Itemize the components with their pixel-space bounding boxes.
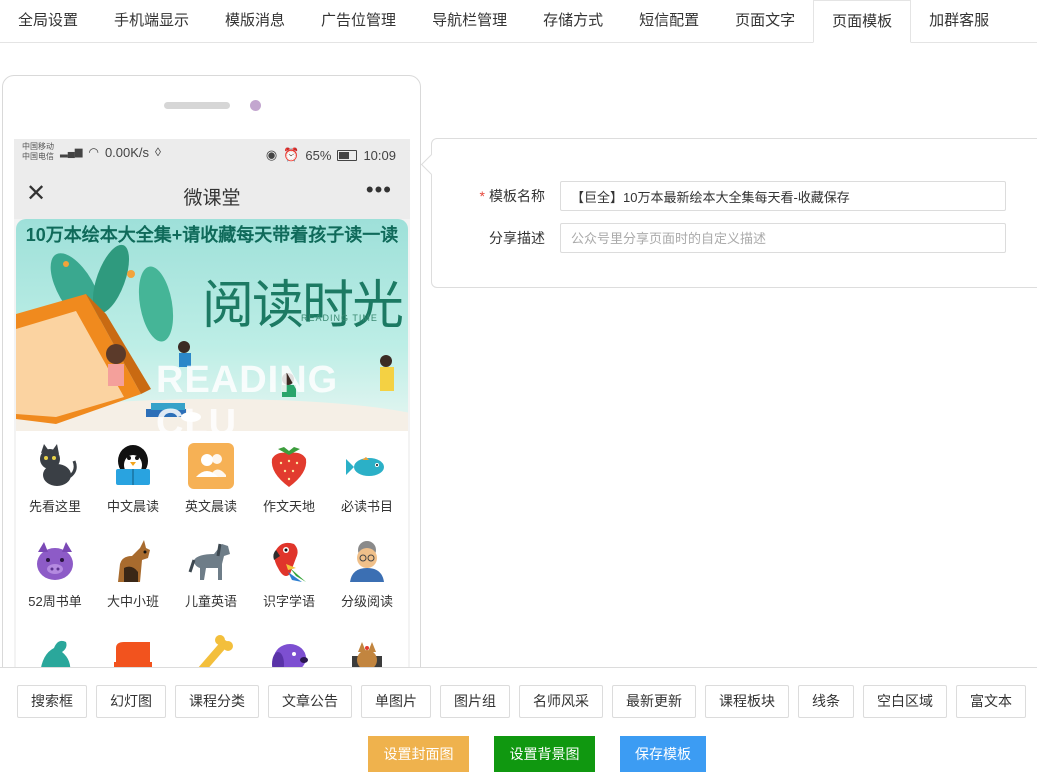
status-time: 10:09: [363, 147, 396, 163]
wifi-icon: ◠: [88, 145, 99, 159]
save-template-button[interactable]: 保存模板: [620, 736, 706, 772]
tab-template-messages[interactable]: 模版消息: [207, 0, 303, 42]
grid-item-5[interactable]: 必读书目: [328, 443, 406, 515]
tab-global-settings[interactable]: 全局设置: [0, 0, 96, 42]
component-buttons: 搜索框 幻灯图 课程分类 文章公告 单图片 图片组 名师风采 最新更新 课程板块…: [17, 685, 1026, 718]
fish-icon: [346, 457, 384, 476]
share-desc-label: 分享描述: [489, 230, 545, 246]
add-line-button[interactable]: 线条: [798, 685, 854, 718]
grid-item-label: 52周书单: [28, 594, 82, 609]
grid-item-3[interactable]: 英文晨读: [172, 443, 250, 515]
component-toolbar: 搜索框 幻灯图 课程分类 文章公告 单图片 图片组 名师风采 最新更新 课程板块…: [0, 667, 1037, 772]
horse-icon: [188, 543, 230, 580]
grid-item-label: 识字学语: [262, 594, 315, 609]
share-desc-row: 分享描述: [432, 223, 1006, 253]
grid-item-7[interactable]: 大中小班: [94, 538, 172, 610]
grid-item-label: 大中小班: [106, 594, 159, 609]
template-name-label-text: 模板名称: [489, 188, 545, 204]
nav-title: 微课堂: [183, 188, 241, 209]
grid-item-label: 先看这里: [28, 499, 81, 514]
grid-item-4[interactable]: 作文天地: [250, 443, 328, 515]
grid-item-label: 英文晨读: [184, 499, 237, 514]
tab-navbar-management[interactable]: 导航栏管理: [414, 0, 525, 42]
banner-subtitle: READING TIME: [301, 313, 378, 323]
more-icon[interactable]: •••: [366, 177, 392, 203]
template-name-row: * 模板名称: [432, 181, 1006, 211]
tab-page-text[interactable]: 页面文字: [717, 0, 813, 42]
status-bar: 中国移动 中国电信 ▂▄▆ ◠ 0.00K/s ◊ ◉ ⏰ 65% 10:09: [14, 139, 410, 169]
add-image-group-button[interactable]: 图片组: [440, 685, 510, 718]
add-search-box-button[interactable]: 搜索框: [17, 685, 87, 718]
dog-icon: [118, 540, 150, 582]
phone-camera: [250, 100, 261, 111]
tab-bar: 全局设置 手机端显示 模版消息 广告位管理 导航栏管理 存储方式 短信配置 页面…: [0, 0, 1037, 43]
add-latest-updates-button[interactable]: 最新更新: [612, 685, 696, 718]
tab-ad-slots[interactable]: 广告位管理: [303, 0, 414, 42]
template-name-label: * 模板名称: [432, 186, 560, 206]
grid-item-6[interactable]: 52周书单: [16, 538, 94, 610]
tab-mobile-display[interactable]: 手机端显示: [96, 0, 207, 42]
grid-item-1[interactable]: 先看这里: [16, 443, 94, 515]
grid-item-9[interactable]: 识字学语: [250, 538, 328, 610]
add-teacher-showcase-button[interactable]: 名师风采: [519, 685, 603, 718]
add-course-block-button[interactable]: 课程板块: [705, 685, 789, 718]
phone-speaker: [164, 102, 230, 109]
carrier-2: 中国电信: [22, 152, 54, 161]
grid-item-label: 儿童英语: [184, 594, 237, 609]
grid-item-2[interactable]: 中文晨读: [94, 443, 172, 515]
add-rich-text-button[interactable]: 富文本: [956, 685, 1026, 718]
grandma-icon: [350, 541, 384, 582]
set-background-button[interactable]: 设置背景图: [494, 736, 595, 772]
required-mark: *: [479, 188, 485, 204]
add-article-notice-button[interactable]: 文章公告: [268, 685, 352, 718]
template-settings-form: *模板名称 分享描述: [431, 138, 1037, 288]
tab-group-service[interactable]: 加群客服: [911, 0, 1007, 42]
add-course-category-button[interactable]: 课程分类: [175, 685, 259, 718]
grid-item-10[interactable]: 分级阅读: [328, 538, 406, 610]
penguin-reading-icon: [116, 445, 150, 485]
grid-item-label: 作文天地: [262, 499, 315, 514]
banner-big-text: READING CLU: [156, 359, 339, 431]
banner-slide[interactable]: 10万本绘本大全集+请收藏每天带着孩子读一读 阅读时光 READING TIME…: [16, 219, 408, 431]
phone-preview: 中国移动 中国电信 ▂▄▆ ◠ 0.00K/s ◊ ◉ ⏰ 65% 10:09 …: [2, 75, 421, 697]
qq-icon: ◊: [155, 145, 161, 159]
set-cover-button[interactable]: 设置封面图: [368, 736, 469, 772]
add-slideshow-button[interactable]: 幻灯图: [96, 685, 166, 718]
banner-title: 阅读时光: [202, 276, 404, 336]
strawberry-icon: [271, 447, 307, 487]
banner-headline: 10万本绘本大全集+请收藏每天带着孩子读一读: [25, 225, 399, 245]
alarm-icon: ⏰: [283, 147, 300, 162]
battery-percent: 65%: [305, 147, 332, 163]
share-desc-input[interactable]: [560, 223, 1006, 253]
template-name-input[interactable]: [560, 181, 1006, 211]
parrot-icon: [273, 542, 306, 582]
add-blank-area-button[interactable]: 空白区域: [863, 685, 947, 718]
tab-storage[interactable]: 存储方式: [525, 0, 621, 42]
users-icon: [188, 443, 234, 489]
carrier-1: 中国移动: [22, 142, 54, 151]
eye-icon: ◉: [265, 147, 278, 162]
wechat-navbar: ✕ 微课堂 •••: [14, 169, 410, 219]
signal-icon: ▂▄▆: [60, 146, 83, 158]
black-cat-icon: [40, 444, 77, 486]
battery-icon: [337, 149, 358, 161]
grid-item-8[interactable]: 儿童英语: [172, 538, 250, 610]
add-single-image-button[interactable]: 单图片: [361, 685, 431, 718]
category-grid: 先看这里 中文晨读 英文晨读 作文天地 必读书目 52周书单 大中小班 儿童英语…: [16, 431, 408, 679]
grid-item-label: 分级阅读: [340, 594, 393, 609]
grid-item-label: 中文晨读: [106, 499, 159, 514]
grid-item-label: 必读书目: [340, 499, 393, 514]
phone-screen: 中国移动 中国电信 ▂▄▆ ◠ 0.00K/s ◊ ◉ ⏰ 65% 10:09 …: [14, 139, 410, 679]
network-speed: 0.00K/s: [104, 144, 150, 160]
carrier-labels: 中国移动 中国电信: [22, 142, 54, 162]
tab-sms-config[interactable]: 短信配置: [621, 0, 717, 42]
tab-page-template[interactable]: 页面模板: [813, 0, 912, 43]
pig-icon: [37, 542, 73, 580]
